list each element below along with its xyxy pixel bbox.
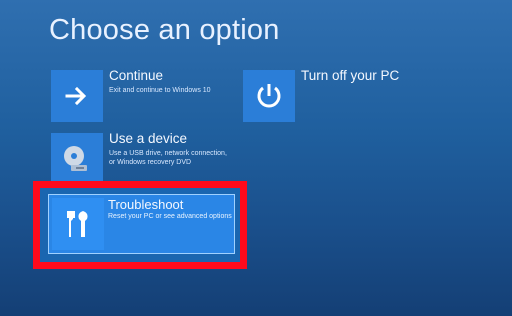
continue-option-button[interactable]: Continue Exit and continue to Windows 10 <box>51 68 241 122</box>
power-icon <box>257 84 281 108</box>
use-device-option-button[interactable]: Use a device Use a USB drive, network co… <box>51 131 241 185</box>
use-device-tile-icon <box>51 133 103 185</box>
continue-label: Continue <box>109 68 164 83</box>
turn-off-option-button[interactable]: Turn off your PC <box>243 68 433 122</box>
troubleshoot-tile-icon <box>52 198 104 250</box>
troubleshoot-option-button[interactable]: Troubleshoot Reset your PC or see advanc… <box>48 194 235 254</box>
use-device-description: Use a USB drive, network connection, or … <box>109 150 227 166</box>
turn-off-label: Turn off your PC <box>301 68 400 83</box>
disc-drive-icon <box>64 146 87 171</box>
continue-tile-icon <box>51 70 103 122</box>
tools-icon <box>67 211 88 237</box>
continue-description: Exit and continue to Windows 10 <box>109 87 211 94</box>
turn-off-tile-icon <box>243 70 295 122</box>
arrow-right-icon <box>65 86 87 106</box>
page-title: Choose an option <box>49 14 280 46</box>
use-device-label: Use a device <box>109 131 188 146</box>
troubleshoot-description: Reset your PC or see advanced options <box>108 213 232 220</box>
troubleshoot-label: Troubleshoot <box>108 197 184 212</box>
